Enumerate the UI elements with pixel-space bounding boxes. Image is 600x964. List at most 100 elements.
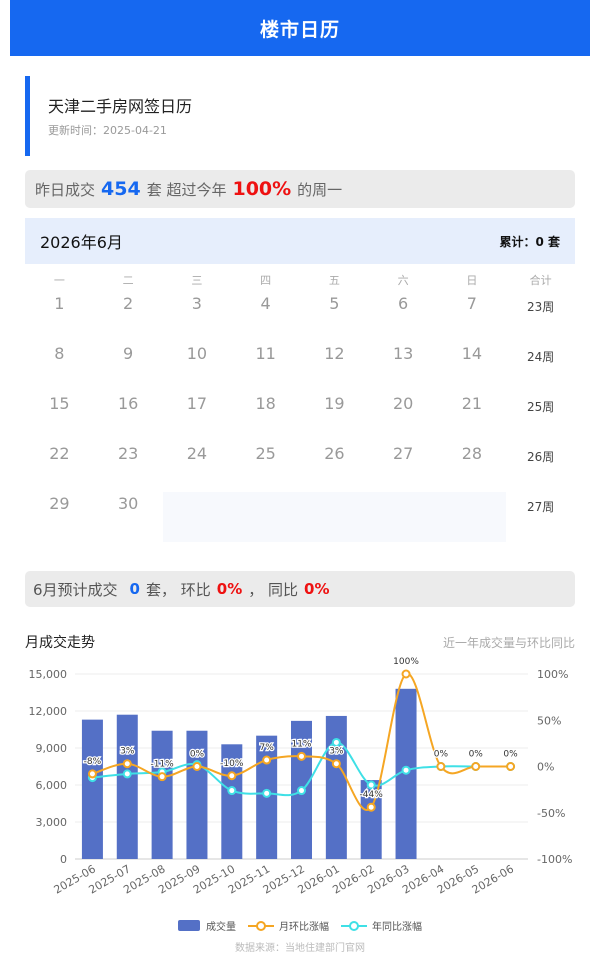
calendar-grid: 一 二 三 四 五 六 日 合计 1 2 3 4 5 6 7 23周 8 9 10 11 12 13 14 2… [25, 270, 575, 542]
page-title: 楼市日历 [259, 18, 340, 41]
calendar-day[interactable]: 9 [94, 342, 163, 392]
mom-point [366, 802, 376, 812]
mom-point [87, 769, 97, 779]
calendar-day[interactable]: 19 [300, 392, 369, 442]
trend-chart-svg: 0 3,000 6,000 9,000 12,000 15,000 -100% -50% 0% 5… [29, 656, 573, 897]
calendar-day[interactable]: 15 [25, 392, 94, 442]
month-total: 累计：0 套 [499, 234, 560, 249]
calendar-day[interactable]: 16 [94, 392, 163, 442]
forecast-mid2: ， 同比 [248, 580, 299, 599]
mom-data-label: 0% [190, 750, 205, 760]
yoy-point [297, 786, 306, 796]
summary-suffix: 的周一 [297, 180, 343, 199]
calendar-day[interactable]: 5 [300, 292, 369, 342]
y-left-tick-label: 3,000 [36, 816, 68, 829]
forecast-prefix: 6月预计成交 [33, 580, 118, 599]
calendar-day[interactable]: 4 [231, 292, 300, 342]
y-left-tick-label: 0 [60, 853, 67, 866]
mom-data-label: 7% [260, 743, 275, 753]
calendar-week-total: 26周 [526, 450, 555, 464]
mom-point [262, 755, 272, 765]
calendar-day[interactable]: 7 [438, 292, 507, 342]
info-block: 天津二手房网签日历 更新时间：2025-04-21 [25, 76, 565, 156]
yoy-point [366, 780, 376, 790]
weekday-header: 日 [466, 274, 478, 287]
calendar-day[interactable]: 28 [438, 442, 507, 492]
legend-mom[interactable]: 月环比涨幅 [248, 918, 329, 933]
calendar-day[interactable]: 14 [438, 342, 507, 392]
calendar-day[interactable]: 26 [300, 442, 369, 492]
y-left-tick-label: 12,000 [29, 705, 68, 718]
summary-prefix: 昨日成交 [35, 180, 96, 199]
update-time: 更新时间：2025-04-21 [48, 122, 167, 138]
calendar-day[interactable]: 25 [231, 442, 300, 492]
month-bar: 2026年6月 累计：0 套 [25, 218, 575, 264]
calendar-day[interactable]: 3 [163, 292, 232, 342]
calendar-day[interactable]: 21 [438, 392, 507, 442]
trend-note: 近一年成交量与环比同比 [442, 636, 575, 650]
mom-point [331, 759, 341, 769]
weekday-header: 四 [260, 274, 272, 287]
yoy-point [227, 786, 237, 796]
mom-data-label: 11% [291, 739, 311, 749]
mom-data-label: -8% [84, 757, 102, 767]
mom-point [401, 669, 411, 679]
weekday-header-row: 一 二 三 四 五 六 日 合计 [25, 270, 575, 292]
calendar-empty-cell [437, 492, 507, 542]
calendar-week-row: 8 9 10 11 12 13 14 24周 [25, 342, 575, 392]
mom-point [297, 751, 306, 761]
calendar-day[interactable]: 22 [25, 442, 94, 492]
legend-volume[interactable]: 成交量 [178, 918, 236, 933]
calendar-week-total: 25周 [526, 400, 555, 414]
mom-point [227, 771, 237, 781]
calendar-day[interactable]: 29 [25, 492, 94, 542]
forecast-mom: 0% [216, 580, 243, 598]
forecast-mid1: 套， 环比 [145, 580, 211, 599]
yoy-point [331, 737, 341, 747]
calendar-day[interactable]: 30 [94, 492, 163, 542]
volume-bar [151, 730, 173, 859]
calendar-day[interactable]: 8 [25, 342, 94, 392]
y-left-tick-label: 9,000 [36, 742, 68, 755]
mom-data-label: -11% [150, 760, 174, 770]
month-title[interactable]: 2026年6月 [40, 229, 123, 253]
calendar-day[interactable]: 20 [369, 392, 438, 442]
calendar-day[interactable]: 18 [231, 392, 300, 442]
calendar-day[interactable]: 27 [369, 442, 438, 492]
calendar-day[interactable]: 2 [94, 292, 163, 342]
calendar-day[interactable]: 12 [300, 342, 369, 392]
calendar-day[interactable]: 24 [163, 442, 232, 492]
legend-yoy-swatch [341, 920, 367, 932]
y-right-tick-label: 0% [537, 761, 554, 774]
y-left-tick-label: 6,000 [36, 779, 68, 792]
mom-data-label: 0% [503, 750, 518, 760]
mom-data-label: 100% [393, 657, 419, 667]
calendar-week-row: 29 30 27周 [25, 492, 575, 542]
calendar-empty-cell [231, 492, 300, 542]
yoy-point [401, 765, 411, 775]
calendar-day[interactable]: 17 [163, 392, 232, 442]
calendar-day[interactable]: 11 [231, 342, 300, 392]
weekday-header: 一 [53, 274, 65, 287]
mom-data-label: 0% [434, 750, 449, 760]
summary-percent: 100% [232, 178, 292, 200]
y-left-tick-label: 15,000 [29, 668, 68, 681]
y-right-tick-label: -50% [537, 807, 565, 820]
legend-mom-label: 月环比涨幅 [279, 922, 329, 933]
legend-yoy[interactable]: 年同比涨幅 [341, 918, 422, 933]
calendar-day[interactable]: 10 [163, 342, 232, 392]
yoy-point [122, 769, 132, 779]
legend-bar-swatch [178, 920, 200, 931]
calendar-day[interactable]: 1 [25, 292, 94, 342]
update-label: 更新时间： [48, 124, 103, 137]
y-right-tick-label: 50% [537, 714, 561, 727]
calendar-day[interactable]: 6 [369, 292, 438, 342]
forecast-summary: 6月预计成交 0 套， 环比 0% ， 同比 0% [25, 571, 575, 607]
chart-legend: 成交量 月环比涨幅 年同比涨幅 [10, 918, 590, 933]
calendar-day[interactable]: 13 [369, 342, 438, 392]
calendar-day[interactable]: 23 [94, 442, 163, 492]
mom-data-label: -44% [360, 790, 384, 800]
weekday-header: 六 [397, 274, 409, 287]
mom-data-label: 0% [469, 750, 484, 760]
legend-mom-swatch [248, 920, 274, 932]
